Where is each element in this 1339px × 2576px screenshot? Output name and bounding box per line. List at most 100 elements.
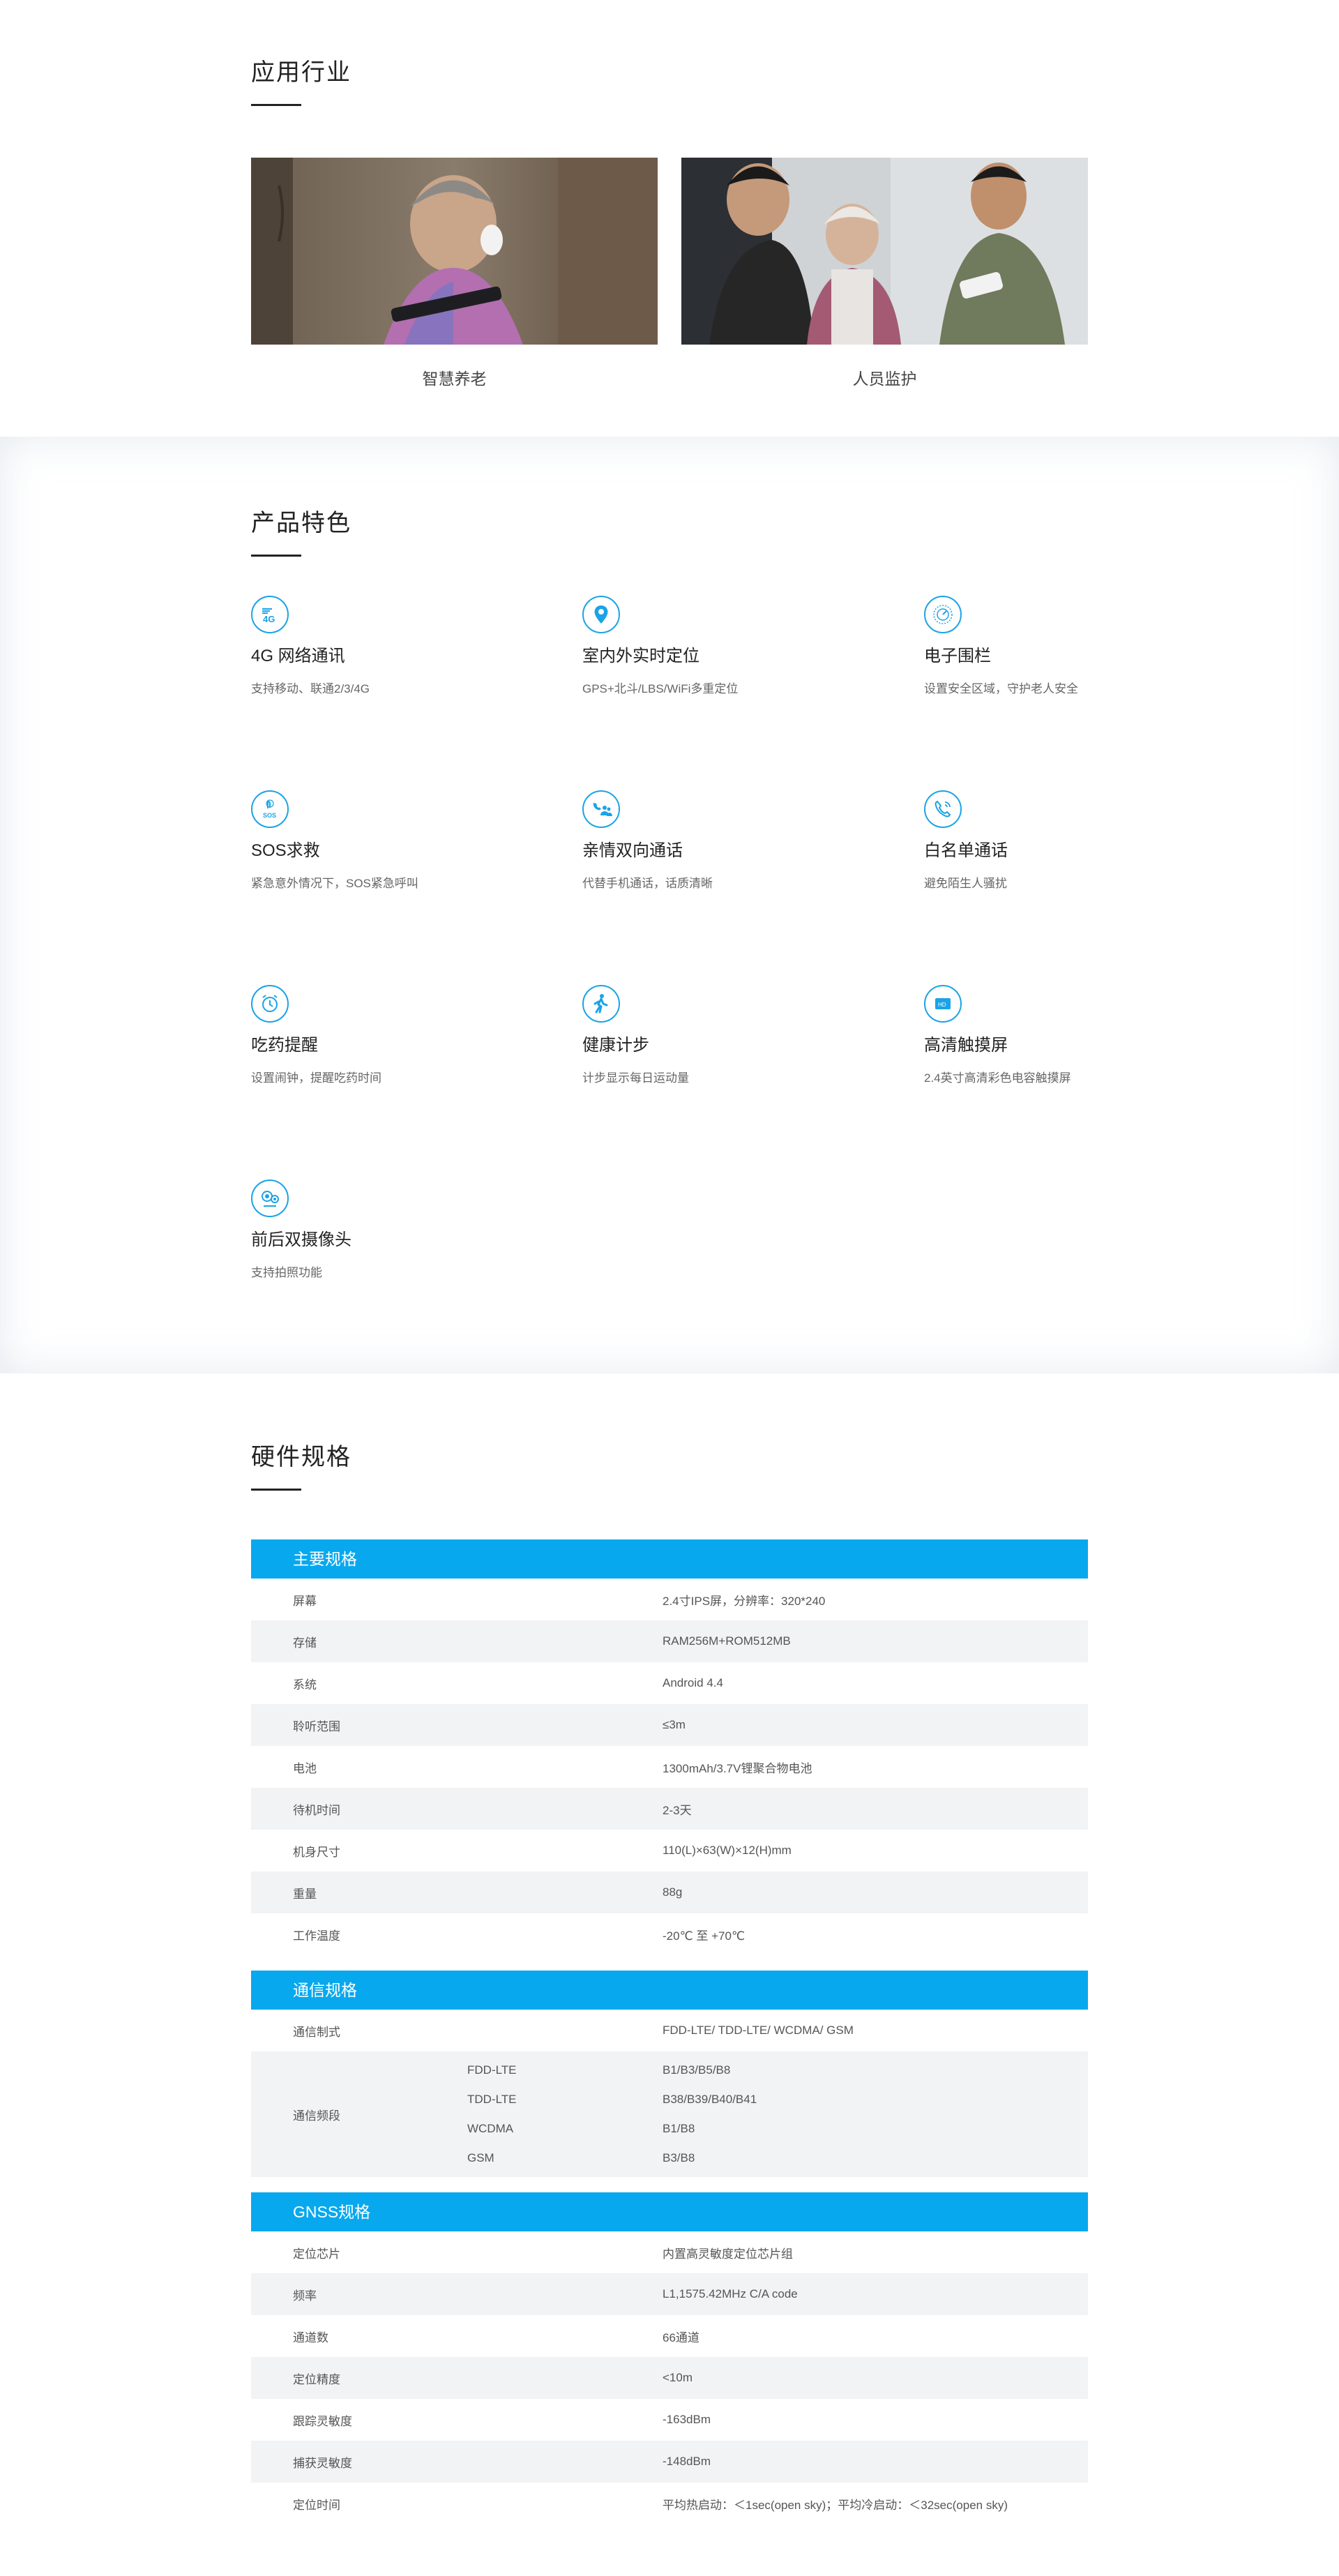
spec-key: 系统 [293, 1678, 317, 1692]
spec-key: 定位时间 [293, 2498, 340, 2512]
band-value: B3/B8 [663, 2151, 695, 2164]
spec-value: <10m [663, 2371, 693, 2384]
spec-key: 捕获灵敏度 [293, 2456, 352, 2470]
feature-medicine-reminder: 吃药提醒 设置闹钟，提醒吃药时间 [251, 985, 582, 1180]
table-row: 重量 88g [251, 1871, 1088, 1913]
band-name: FDD-LTE [467, 2063, 517, 2077]
industry-title: 应用行业 [251, 59, 351, 86]
sos-icon: SOS [251, 790, 289, 828]
spec-value: 2-3天 [663, 1803, 692, 1817]
features-title: 产品特色 [251, 510, 351, 536]
spec-key: 电池 [293, 1761, 317, 1775]
spec-key: 定位精度 [293, 2372, 340, 2386]
spec-key: 通信频段 [293, 2109, 340, 2123]
spec-value: 110(L)×63(W)×12(H)mm [663, 1844, 792, 1857]
industry-caption: 人员监护 [852, 370, 917, 388]
feature-desc: 2.4英寸高清彩色电容触摸屏 [924, 1071, 1071, 1085]
feature-title: SOS求救 [251, 841, 320, 860]
table-row: 跟踪灵敏度 -163dBm [251, 2399, 1088, 2441]
spec-value: Android 4.4 [663, 1676, 723, 1689]
features-section: 产品特色 4G 4G 网络通讯 支持移动、联通2/3/4G 室内外实时定位 GP… [0, 437, 1339, 1373]
table-row: 定位时间 平均热启动：＜1sec(open sky)；平均冷启动：＜32sec(o… [251, 2483, 1088, 2524]
industry-card-monitoring[interactable]: 人员监护 [681, 158, 1088, 389]
feature-title: 亲情双向通话 [582, 841, 683, 860]
spec-value: -148dBm [663, 2455, 711, 2468]
feature-desc: 代替手机通话，话质清晰 [582, 877, 713, 890]
spec-header-comm: 通信规格 [251, 1971, 1088, 2010]
spec-value: 88g [663, 1885, 683, 1899]
feature-4g: 4G 4G 网络通讯 支持移动、联通2/3/4G [251, 596, 582, 790]
spec-key: 工作温度 [293, 1929, 340, 1943]
feature-title: 电子围栏 [924, 647, 991, 665]
location-pin-icon [582, 596, 620, 633]
spec-value: ≤3m [663, 1718, 686, 1731]
table-row: 通信制式 FDD-LTE/ TDD-LTE/ WCDMA/ GSM [251, 2010, 1088, 2051]
feature-title: 健康计步 [582, 1036, 649, 1055]
spec-value: RAM256M+ROM512MB [663, 1634, 791, 1648]
spec-key: 定位芯片 [293, 2247, 340, 2261]
table-row: 捕获灵敏度 -148dBm [251, 2441, 1088, 2483]
alarm-clock-icon [251, 985, 289, 1023]
feature-dual-camera: 前后双摄像头 支持拍照功能 [251, 1180, 582, 1374]
spec-header-main: 主要规格 [251, 1539, 1088, 1579]
family-call-icon [582, 790, 620, 828]
feature-desc: 紧急意外情况下，SOS紧急呼叫 [251, 877, 418, 890]
svg-text:HD: HD [938, 1002, 946, 1008]
table-row: 定位精度 <10m [251, 2357, 1088, 2399]
spec-value: -163dBm [663, 2413, 711, 2426]
table-row-bands: 通信频段 FDD-LTE TDD-LTE WCDMA GSM B1/B3/B5/… [251, 2051, 1088, 2177]
spec-value: 内置高灵敏度定位芯片组 [663, 2247, 793, 2261]
feature-sos: SOS SOS求救 紧急意外情况下，SOS紧急呼叫 [251, 790, 582, 985]
spec-key: 通信制式 [293, 2025, 340, 2039]
feature-title: 高清触摸屏 [924, 1036, 1008, 1055]
4g-icon: 4G [251, 596, 289, 633]
title-underline [251, 104, 301, 106]
spec-key: 重量 [293, 1887, 317, 1901]
spec-value: 平均热启动：＜1sec(open sky)；平均冷启动：＜32sec(open … [663, 2498, 1008, 2512]
dual-camera-icon [251, 1180, 289, 1217]
spec-value: FDD-LTE/ TDD-LTE/ WCDMA/ GSM [663, 2024, 854, 2037]
feature-desc: 避免陌生人骚扰 [924, 877, 1007, 890]
spec-key: 频率 [293, 2289, 317, 2303]
walking-icon [582, 985, 620, 1023]
spec-key: 存储 [293, 1636, 317, 1650]
spec-key: 聆听范围 [293, 1719, 340, 1733]
band-value: B1/B3/B5/B8 [663, 2063, 731, 2077]
feature-whitelist: 白名单通话 避免陌生人骚扰 [924, 790, 1088, 985]
spec-value: 2.4寸IPS屏，分辨率：320*240 [663, 1594, 826, 1608]
hardware-section: 硬件规格 主要规格 屏幕 2.4寸IPS屏，分辨率：320*240 存储 RAM256… [0, 1373, 1339, 2576]
spec-value: L1,1575.42MHz C/A code [663, 2287, 798, 2300]
band-value: B1/B8 [663, 2122, 695, 2135]
title-underline [251, 555, 301, 557]
table-row: 电池 1300mAh/3.7V锂聚合物电池 [251, 1746, 1088, 1788]
table-row: 频率 L1,1575.42MHz C/A code [251, 2273, 1088, 2315]
title-underline [251, 1489, 301, 1491]
table-row: 通道数 66通道 [251, 2315, 1088, 2357]
hardware-title: 硬件规格 [251, 1444, 351, 1470]
feature-desc: GPS+北斗/LBS/WiFi多重定位 [582, 682, 739, 695]
geofence-icon [924, 596, 962, 633]
table-row: 待机时间 2-3天 [251, 1788, 1088, 1830]
spec-value: 66通道 [663, 2330, 699, 2344]
phone-icon [924, 790, 962, 828]
table-row: 定位芯片 内置高灵敏度定位芯片组 [251, 2231, 1088, 2273]
table-row: 存储 RAM256M+ROM512MB [251, 1620, 1088, 1662]
table-row: 屏幕 2.4寸IPS屏，分辨率：320*240 [251, 1579, 1088, 1620]
feature-hd-screen: HD 高清触摸屏 2.4英寸高清彩色电容触摸屏 [924, 985, 1088, 1180]
feature-family-call: 亲情双向通话 代替手机通话，话质清晰 [582, 790, 924, 985]
industry-card-elderly[interactable]: 智慧养老 [251, 158, 658, 389]
industry-caption: 智慧养老 [422, 370, 487, 388]
people-monitoring-photo [681, 158, 1088, 345]
feature-desc: 设置闹钟，提醒吃药时间 [251, 1071, 381, 1085]
feature-desc: 计步显示每日运动量 [582, 1071, 689, 1085]
spec-key: 屏幕 [293, 1594, 317, 1608]
feature-desc: 设置安全区域，守护老人安全 [924, 682, 1078, 695]
feature-title: 白名单通话 [924, 841, 1008, 860]
table-row: 聆听范围 ≤3m [251, 1704, 1088, 1746]
feature-title: 前后双摄像头 [251, 1230, 351, 1249]
table-row: 系统 Android 4.4 [251, 1662, 1088, 1704]
feature-location: 室内外实时定位 GPS+北斗/LBS/WiFi多重定位 [582, 596, 924, 790]
feature-title: 吃药提醒 [251, 1036, 318, 1055]
band-name: TDD-LTE [467, 2093, 517, 2106]
table-row: 工作温度 -20℃ 至 +70℃ [251, 1913, 1088, 1955]
